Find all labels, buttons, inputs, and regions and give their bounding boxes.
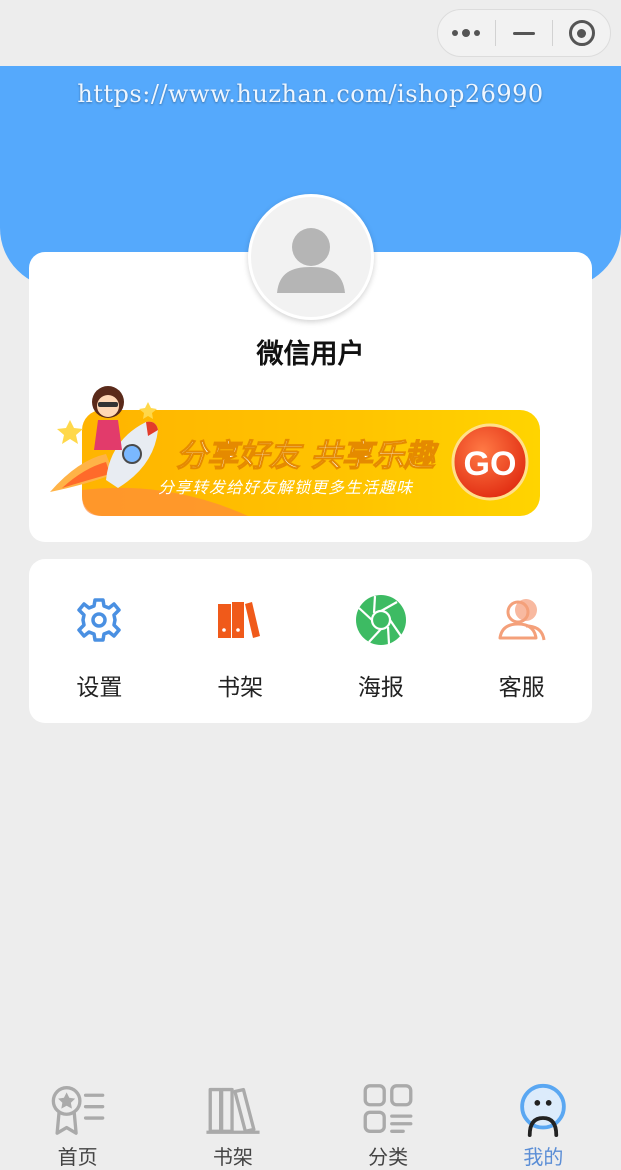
banner-go-label: GO [464, 445, 517, 483]
menu-label-customer-service: 客服 [498, 675, 545, 701]
tab-home[interactable]: 首页 [0, 1074, 155, 1170]
share-banner[interactable]: GO 分享好友 共享乐趣 分享转发给好友解锁更多生活趣味 [48, 380, 544, 520]
default-user-avatar-icon [277, 228, 345, 293]
banner-subtitle: 分享转发给好友解锁更多生活趣味 [158, 478, 414, 497]
menu-item-poster[interactable]: 海报 [311, 559, 452, 723]
home-badge-icon [51, 1086, 104, 1135]
user-nickname: 微信用户 [256, 339, 365, 370]
menu-label-settings: 设置 [76, 675, 123, 701]
function-menu-card: 设置 书架 海报 客服 [29, 559, 592, 723]
more-dots-icon [452, 29, 481, 37]
category-grid-icon [363, 1084, 413, 1133]
status-bar [0, 0, 621, 66]
banner-title: 分享好友 共享乐趣 [176, 438, 440, 474]
bottom-tab-bar: 首页 书架 分类 我的 [0, 1074, 621, 1170]
watermark-text: https://www.huzhan.com/ishop26990 [77, 80, 544, 108]
customer-service-icon [498, 599, 546, 641]
tab-label-mine: 我的 [523, 1145, 564, 1169]
more-button[interactable] [438, 10, 495, 56]
minimize-button[interactable] [496, 10, 553, 56]
target-circle-icon [568, 20, 595, 46]
menu-item-bookshelf[interactable]: 书架 [170, 559, 311, 723]
menu-item-settings[interactable]: 设置 [29, 559, 170, 723]
tab-category[interactable]: 分类 [311, 1074, 466, 1170]
tab-label-category: 分类 [368, 1145, 409, 1169]
close-button[interactable] [553, 10, 610, 56]
aperture-icon [355, 595, 406, 645]
share-banner-graphic: GO 分享好友 共享乐趣 分享转发给好友解锁更多生活趣味 [50, 386, 540, 516]
minimize-icon [513, 31, 536, 35]
tab-mine[interactable]: 我的 [466, 1074, 621, 1170]
gear-icon [77, 598, 122, 642]
tab-label-bookshelf: 书架 [212, 1145, 253, 1169]
menu-label-bookshelf: 书架 [217, 675, 264, 701]
menu-label-poster: 海报 [357, 675, 404, 701]
miniprogram-capsule [437, 9, 611, 57]
books-icon [206, 1087, 260, 1134]
user-avatar[interactable] [248, 194, 374, 320]
menu-item-customer-service[interactable]: 客服 [451, 559, 592, 723]
profile-face-icon [520, 1083, 567, 1137]
tab-label-home: 首页 [57, 1145, 98, 1169]
bookshelf-icon [218, 602, 261, 638]
tab-bookshelf[interactable]: 书架 [155, 1074, 310, 1170]
